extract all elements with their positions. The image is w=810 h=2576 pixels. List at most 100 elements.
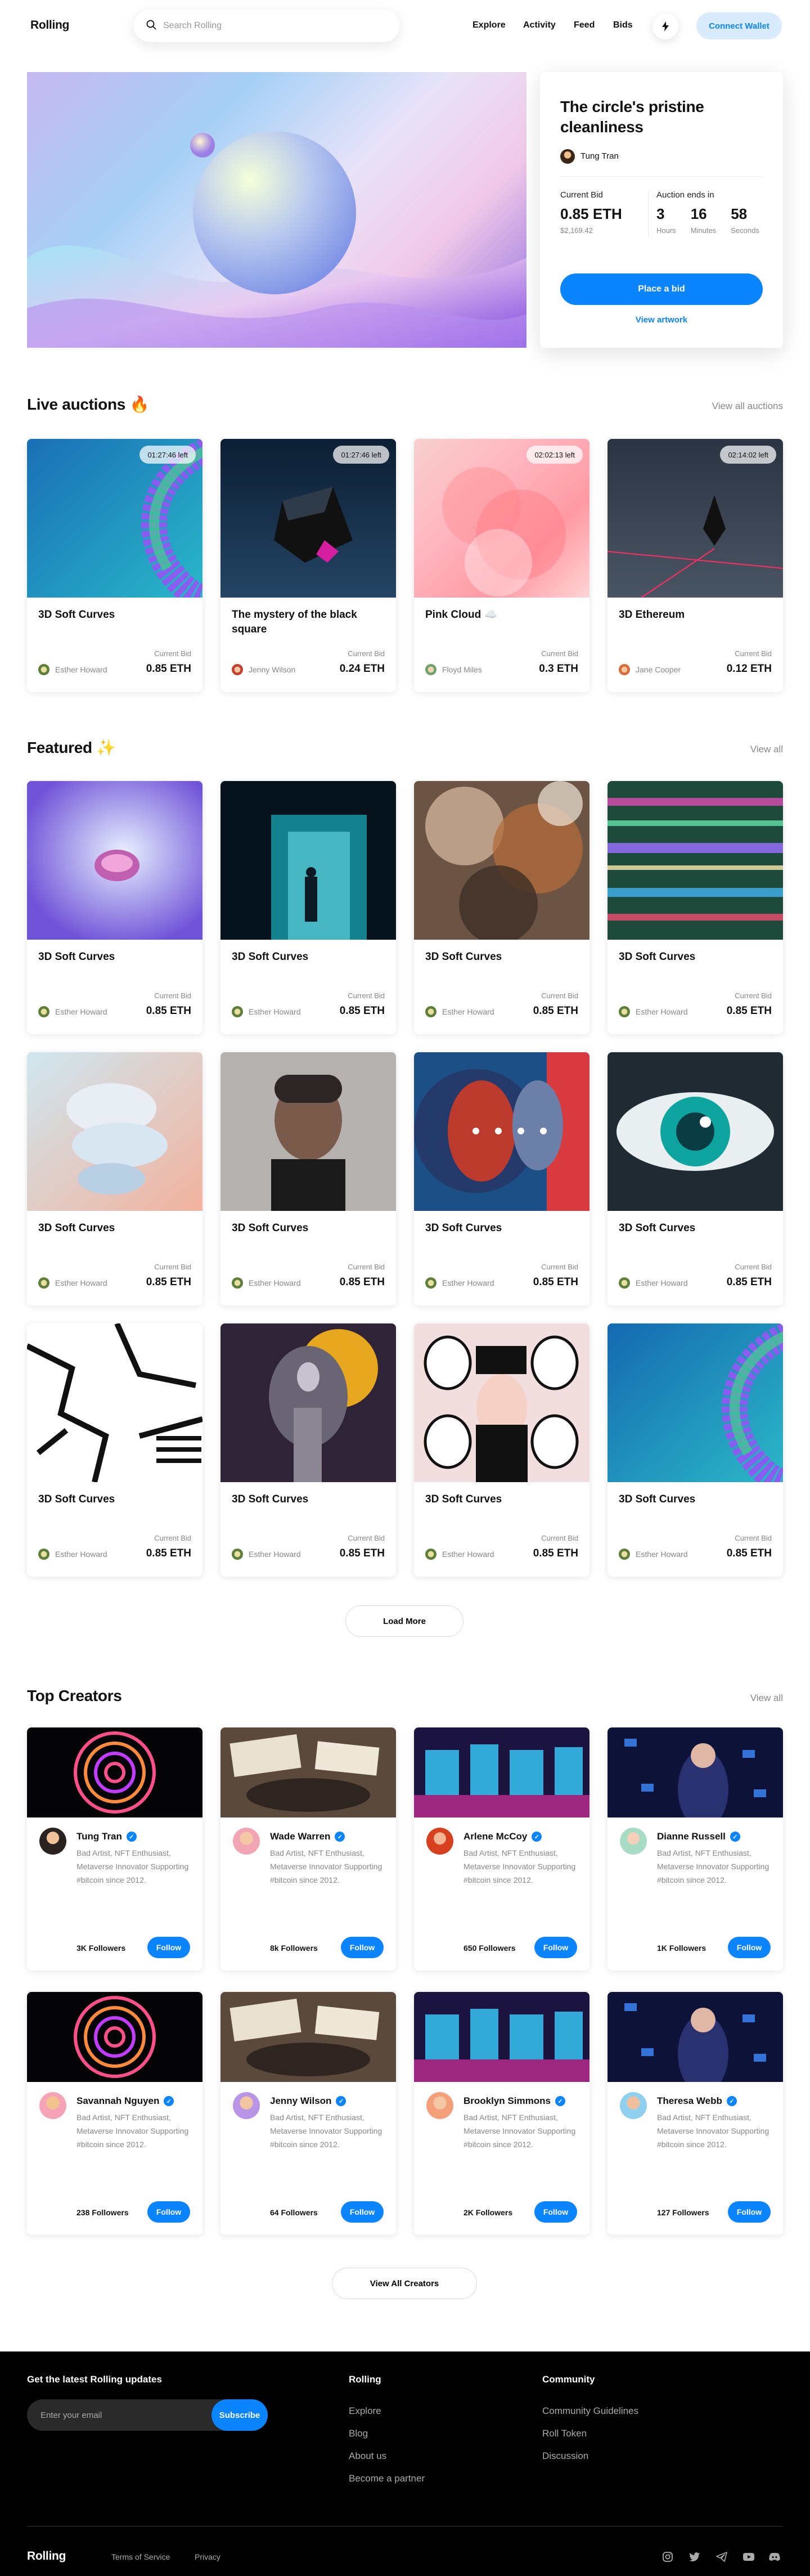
footer-link-token[interactable]: Roll Token — [542, 2428, 587, 2439]
author[interactable]: Jenny Wilson — [232, 664, 295, 675]
author-name: Jane Cooper — [636, 665, 681, 674]
view-all-auctions-link[interactable]: View all auctions — [712, 401, 783, 412]
featured-card[interactable]: 3D Soft Curves Current Bid 0.85 ETH Esther … — [220, 781, 396, 1034]
creator-name[interactable]: Tung Tran ✓ — [76, 1831, 137, 1842]
featured-card[interactable]: 3D Soft Curves Current Bid 0.85 ETH Esther … — [27, 1323, 202, 1577]
creator-name[interactable]: Theresa Webb ✓ — [657, 2095, 737, 2107]
privacy-link[interactable]: Privacy — [195, 2552, 220, 2561]
creator-card[interactable]: Arlene McCoy ✓ Bad Artist, NFT Enthusiast,… — [414, 1727, 590, 1971]
featured-card[interactable]: 3D Soft Curves Current Bid 0.85 ETH Esther … — [608, 1323, 783, 1577]
follow-button[interactable]: Follow — [728, 1937, 771, 1958]
featured-card[interactable]: 3D Soft Curves Current Bid 0.85 ETH Esther … — [220, 1052, 396, 1305]
author[interactable]: Esther Howard — [619, 1277, 688, 1289]
creator-name[interactable]: Savannah Nguyen ✓ — [76, 2095, 174, 2107]
creator-cover — [608, 1727, 783, 1817]
author[interactable]: Esther Howard — [232, 1277, 301, 1289]
nav-activity[interactable]: Activity — [523, 20, 556, 30]
author[interactable]: Esther Howard — [619, 1006, 688, 1017]
view-all-featured-link[interactable]: View all — [750, 744, 783, 755]
author[interactable]: Esther Howard — [232, 1006, 301, 1017]
avatar — [38, 1277, 50, 1289]
author[interactable]: Esther Howard — [619, 1549, 688, 1560]
terms-link[interactable]: Terms of Service — [111, 2552, 170, 2561]
auction-card[interactable]: 02:02:13 left Pink Cloud ☁️ Current Bid … — [414, 439, 590, 692]
nav-explore[interactable]: Explore — [472, 20, 506, 30]
hero-artwork[interactable] — [27, 72, 526, 348]
creator-name[interactable]: Jenny Wilson ✓ — [270, 2095, 346, 2107]
author[interactable]: Esther Howard — [425, 1277, 494, 1289]
author[interactable]: Esther Howard — [38, 664, 107, 675]
follow-button[interactable]: Follow — [341, 1937, 384, 1958]
footer-link-guidelines[interactable]: Community Guidelines — [542, 2406, 638, 2417]
creator-card[interactable]: Wade Warren ✓ Bad Artist, NFT Enthusiast, … — [220, 1727, 396, 1971]
price: 0.85 ETH — [726, 1547, 772, 1559]
follow-button[interactable]: Follow — [728, 2201, 771, 2223]
author[interactable]: Esther Howard — [38, 1006, 107, 1017]
creator-name[interactable]: Dianne Russell ✓ — [657, 1831, 740, 1842]
creator-card[interactable]: Dianne Russell ✓ Bad Artist, NFT Enthusias… — [608, 1727, 783, 1971]
author[interactable]: Esther Howard — [232, 1549, 301, 1560]
view-all-creators-button[interactable]: View All Creators — [332, 2268, 477, 2299]
author[interactable]: Floyd Miles — [425, 664, 482, 675]
price: 0.85 ETH — [339, 1547, 385, 1559]
footer-link-partner[interactable]: Become a partner — [349, 2473, 425, 2484]
load-more-button[interactable]: Load More — [345, 1605, 464, 1637]
featured-card[interactable]: 3D Soft Curves Current Bid 0.85 ETH Esther … — [414, 1052, 590, 1305]
place-bid-button[interactable]: Place a bid — [560, 273, 763, 305]
logo[interactable]: Rolling — [30, 19, 69, 32]
instagram-icon[interactable] — [662, 2551, 674, 2563]
author[interactable]: Esther Howard — [425, 1549, 494, 1560]
creator-card[interactable]: Jenny Wilson ✓ Bad Artist, NFT Enthusiast,… — [220, 1992, 396, 2235]
footer-link-discussion[interactable]: Discussion — [542, 2451, 588, 2462]
featured-card[interactable]: 3D Soft Curves Current Bid 0.85 ETH Esther … — [27, 1052, 202, 1305]
creator-card[interactable]: Brooklyn Simmons ✓ Bad Artist, NFT Enthusi… — [414, 1992, 590, 2235]
featured-card[interactable]: 3D Soft Curves Current Bid 0.85 ETH Esther … — [608, 1052, 783, 1305]
subscribe-button[interactable]: Subscribe — [212, 2399, 268, 2431]
discord-icon[interactable] — [768, 2551, 781, 2563]
nav-feed[interactable]: Feed — [574, 20, 595, 30]
featured-card[interactable]: 3D Soft Curves Current Bid 0.85 ETH Esther … — [608, 781, 783, 1034]
featured-card[interactable]: 3D Soft Curves Current Bid 0.85 ETH Esther … — [27, 781, 202, 1034]
connect-wallet-button[interactable]: Connect Wallet — [696, 12, 782, 39]
auction-card[interactable]: 01:27:46 left 3D Soft Curves Current Bid… — [27, 439, 202, 692]
youtube-icon[interactable] — [742, 2551, 755, 2563]
search-input[interactable] — [163, 21, 399, 31]
author[interactable]: Esther Howard — [38, 1277, 107, 1289]
footer-logo[interactable]: Rolling — [27, 2550, 66, 2563]
creator-name[interactable]: Arlene McCoy ✓ — [464, 1831, 542, 1842]
twitter-icon[interactable] — [688, 2551, 701, 2563]
hero-owner[interactable]: Tung Tran — [560, 149, 763, 164]
author[interactable]: Jane Cooper — [619, 664, 681, 675]
view-all-creators-link[interactable]: View all — [750, 1693, 783, 1704]
follow-button[interactable]: Follow — [534, 1937, 577, 1958]
follow-button[interactable]: Follow — [147, 1937, 190, 1958]
hours-label: Hours — [656, 226, 676, 235]
author[interactable]: Esther Howard — [38, 1549, 107, 1560]
auction-card[interactable]: 01:27:46 left The mystery of the black s… — [220, 439, 396, 692]
featured-card[interactable]: 3D Soft Curves Current Bid 0.85 ETH Esther … — [414, 781, 590, 1034]
creator-name[interactable]: Wade Warren ✓ — [270, 1831, 345, 1842]
search-bar[interactable] — [134, 10, 399, 42]
auction-card[interactable]: 02:14:02 left 3D Ethereum Current Bid 0.… — [608, 439, 783, 692]
featured-card[interactable]: 3D Soft Curves Current Bid 0.85 ETH Esther … — [414, 1323, 590, 1577]
follow-button[interactable]: Follow — [534, 2201, 577, 2223]
creator-bio: Bad Artist, NFT Enthusiast, Metaverse In… — [270, 1848, 382, 1884]
follow-button[interactable]: Follow — [147, 2201, 190, 2223]
artwork-title: 3D Soft Curves — [619, 951, 696, 963]
footer-link-about[interactable]: About us — [349, 2451, 386, 2462]
footer-link-explore[interactable]: Explore — [349, 2406, 381, 2417]
artwork-image — [608, 1052, 783, 1211]
email-field[interactable] — [40, 2399, 198, 2431]
lightning-icon[interactable] — [652, 14, 678, 39]
view-artwork-link[interactable]: View artwork — [560, 315, 763, 325]
creator-name[interactable]: Brooklyn Simmons ✓ — [464, 2095, 565, 2107]
telegram-icon[interactable] — [716, 2551, 728, 2563]
creator-card[interactable]: Tung Tran ✓ Bad Artist, NFT Enthusiast, Me… — [27, 1727, 202, 1971]
author[interactable]: Esther Howard — [425, 1006, 494, 1017]
creator-card[interactable]: Savannah Nguyen ✓ Bad Artist, NFT Enthusia… — [27, 1992, 202, 2235]
footer-link-blog[interactable]: Blog — [349, 2428, 368, 2439]
nav-bids[interactable]: Bids — [613, 20, 633, 30]
featured-card[interactable]: 3D Soft Curves Current Bid 0.85 ETH Esther … — [220, 1323, 396, 1577]
follow-button[interactable]: Follow — [341, 2201, 384, 2223]
creator-card[interactable]: Theresa Webb ✓ Bad Artist, NFT Enthusiast,… — [608, 1992, 783, 2235]
